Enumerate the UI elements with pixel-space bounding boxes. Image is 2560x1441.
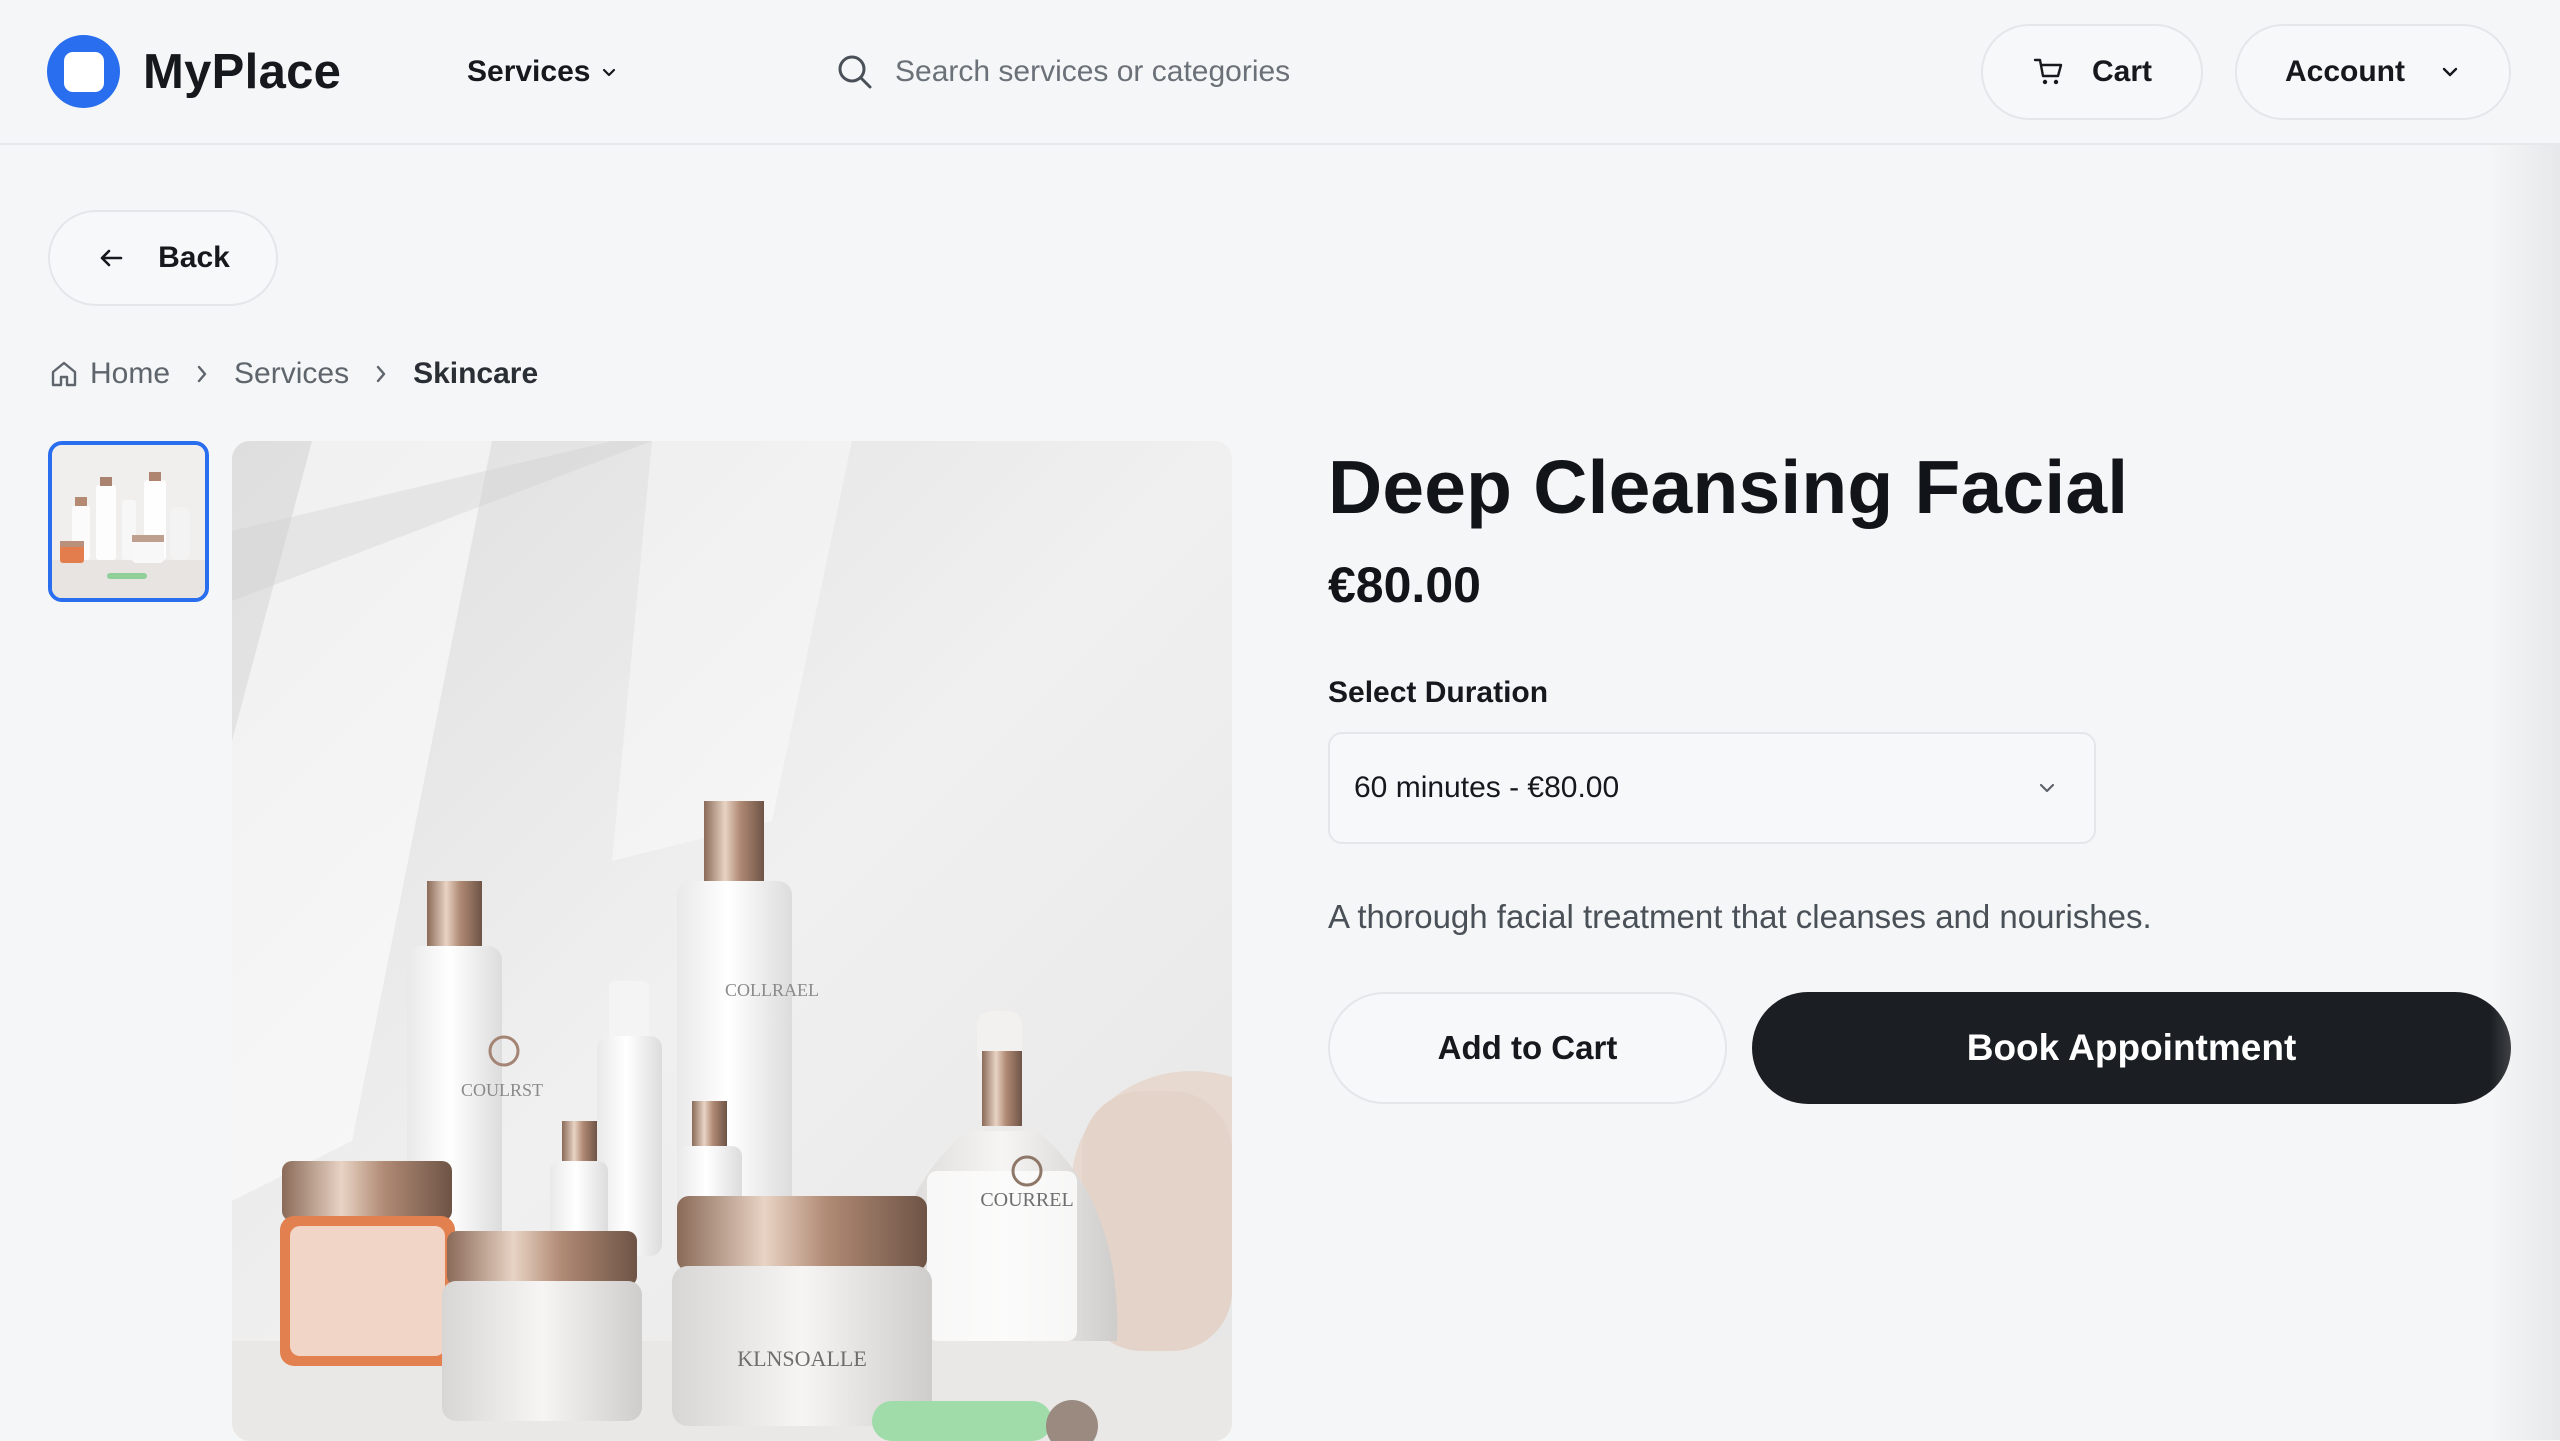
chevron-right-icon [194,363,210,385]
logo-mark-icon [47,35,120,108]
bottle-label-text: COULRST [461,1080,543,1100]
breadcrumb-current: Skincare [413,357,539,390]
duration-label: Select Duration [1328,676,1549,709]
edge-shadow [2490,145,2560,1440]
product-price: €80.00 [1328,557,1481,613]
breadcrumb-home-label: Home [90,357,171,390]
chevron-down-icon [2442,67,2458,77]
home-icon [51,361,77,387]
top-header: MyPlace Services Cart Account [0,0,2560,145]
duration-selected-value: 60 minutes - €80.00 [1354,771,1620,804]
product-main-image: COULRST COLLRAEL COURREL KLNSOALLE [232,441,1232,1441]
back-label: Back [158,241,230,274]
cart-icon [2033,58,2063,85]
product-thumbnail[interactable] [48,441,209,602]
chevron-down-icon [603,68,616,77]
brand-logo[interactable]: MyPlace [47,35,341,108]
chevron-down-icon [2039,783,2055,793]
account-label: Account [2285,55,2405,88]
arrow-left-icon [100,249,123,267]
account-menu-button[interactable]: Account [2235,24,2511,120]
services-menu-button[interactable]: Services [467,50,618,94]
search-icon [838,55,872,89]
breadcrumb-services[interactable]: Services [234,357,349,391]
duration-select[interactable]: 60 minutes - €80.00 [1328,732,2096,844]
search-input[interactable] [895,55,1535,89]
breadcrumb-home[interactable]: Home [48,357,170,391]
bottle-label-text: COURREL [980,1189,1073,1211]
breadcrumb: Home Services Skincare [48,352,538,396]
brand-name: MyPlace [143,44,342,99]
services-menu-label: Services [467,55,591,88]
book-appointment-button[interactable]: Book Appointment [1752,992,2511,1104]
search-bar [835,44,1555,100]
add-to-cart-button[interactable]: Add to Cart [1328,992,1727,1104]
chevron-right-icon [373,363,389,385]
cart-button[interactable]: Cart [1981,24,2203,120]
product-description: A thorough facial treatment that cleanse… [1328,898,2152,935]
back-button[interactable]: Back [48,210,278,306]
bottle-label-text: KLNSOALLE [737,1346,867,1371]
bottle-label-text: COLLRAEL [725,980,819,1000]
cart-label: Cart [2091,55,2152,88]
product-title: Deep Cleansing Facial [1328,445,2129,529]
